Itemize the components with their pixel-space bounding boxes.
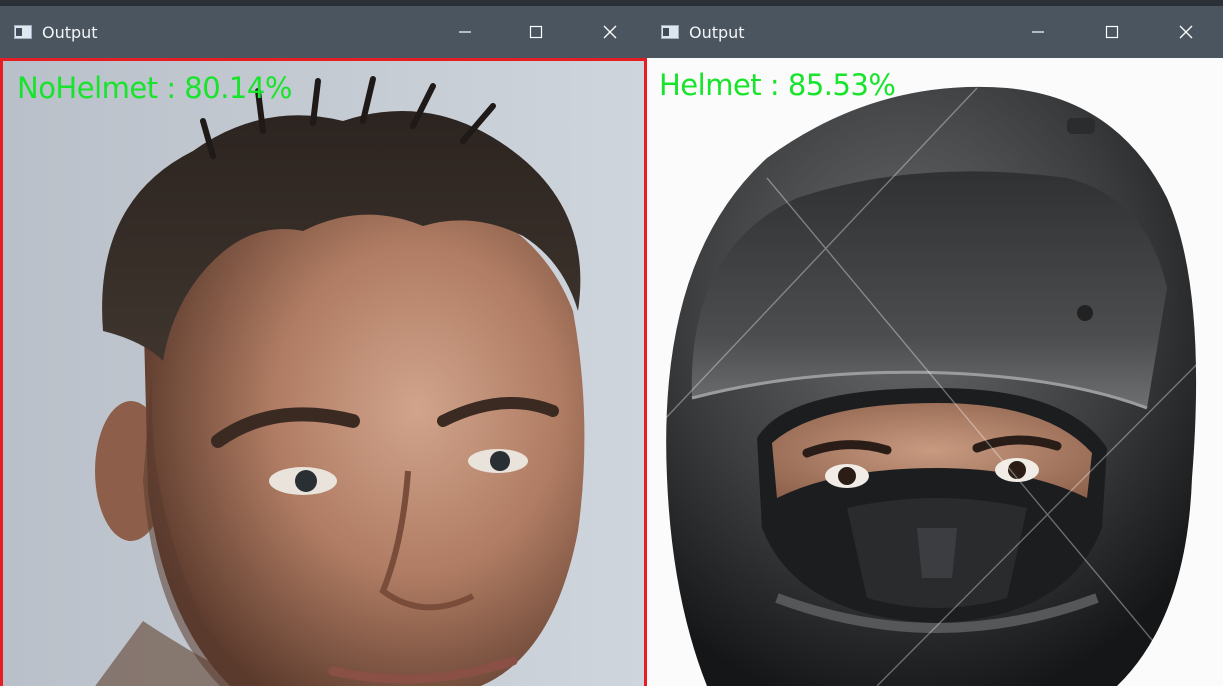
close-button[interactable] [573,6,647,58]
image-canvas: NoHelmet : 80.14% [0,58,647,686]
title-bar[interactable]: Output [0,6,647,58]
close-button[interactable] [1149,6,1223,58]
close-icon [603,25,617,39]
minimize-icon [1032,31,1044,33]
output-window-right[interactable]: Output Helmet: 85.53% [647,6,1223,686]
minimize-icon [459,31,471,33]
detection-label: NoHelmet : 80.14% [17,71,292,105]
window-title: Output [689,22,745,42]
detection-label: Helmet : 85.53% [659,68,896,102]
photo-man-no-helmet [3,61,644,686]
photo-man-with-helmet [647,58,1223,686]
maximize-button[interactable] [1075,6,1149,58]
maximize-icon [1105,25,1119,39]
maximize-icon [529,25,543,39]
title-bar[interactable]: Output [647,6,1223,58]
app-window-icon [14,25,32,39]
output-window-left[interactable]: Output NoHelmet: 80.14% [0,6,647,686]
maximize-button[interactable] [499,6,573,58]
minimize-button[interactable] [1001,6,1075,58]
window-title: Output [42,22,98,42]
close-icon [1179,25,1193,39]
app-window-icon [661,25,679,39]
image-canvas: Helmet : 85.53% [647,58,1223,686]
minimize-button[interactable] [428,6,502,58]
